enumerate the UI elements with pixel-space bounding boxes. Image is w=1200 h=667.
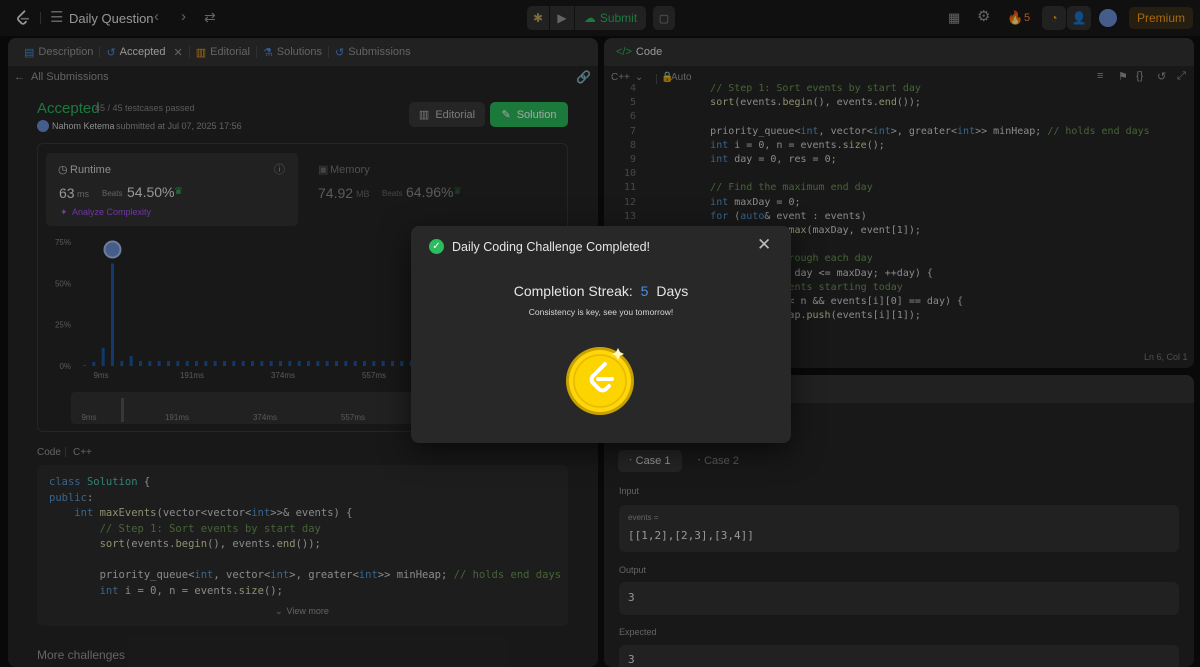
- streak-value: 5: [640, 283, 649, 299]
- check-circle-icon: ✓: [429, 239, 444, 254]
- daily-challenge-modal: ✓ Daily Coding Challenge Completed! ✕ Co…: [411, 226, 791, 443]
- streak-suffix: Days: [656, 283, 689, 299]
- modal-subtitle: Consistency is key, see you tomorrow!: [528, 307, 674, 317]
- streak-line: Completion Streak: 5 Days: [411, 283, 791, 299]
- leetcode-coin-icon: [566, 347, 634, 415]
- modal-title: Daily Coding Challenge Completed!: [452, 240, 651, 254]
- close-icon[interactable]: ✕: [757, 235, 771, 255]
- streak-prefix: Completion Streak:: [513, 283, 633, 299]
